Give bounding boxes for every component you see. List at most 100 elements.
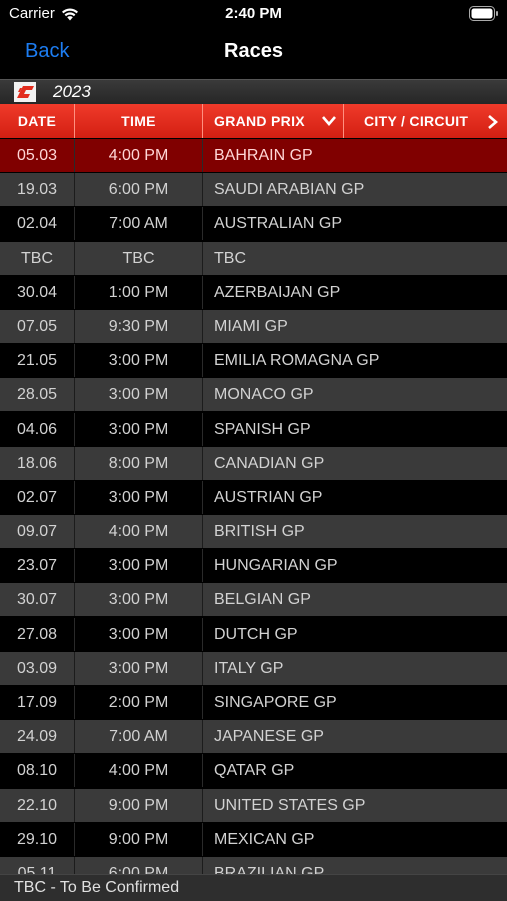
cell-grand-prix: AZERBAIJAN GP [214, 283, 341, 301]
footer-note: TBC - To Be Confirmed [14, 879, 180, 896]
table-row[interactable]: 30.04 1:00 PM AZERBAIJAN GP [0, 275, 507, 309]
table-row[interactable]: 17.09 2:00 PM SINGAPORE GP [0, 686, 507, 719]
footer-bar: TBC - To Be Confirmed [0, 874, 507, 901]
cell-time: 3:00 PM [75, 583, 203, 617]
cell-time: 7:00 AM [75, 720, 203, 754]
cell-grand-prix: HUNGARIAN GP [214, 557, 338, 575]
cell-date: 03.09 [0, 651, 75, 685]
table-row[interactable]: 02.04 7:00 AM AUSTRALIAN GP [0, 207, 507, 241]
cell-grand-prix: QATAR GP [214, 762, 295, 780]
table-row[interactable]: 04.06 3:00 PM SPANISH GP [0, 412, 507, 446]
cell-grand-prix: BRITISH GP [214, 523, 305, 541]
cell-time: 3:00 PM [75, 344, 203, 378]
cell-grand-prix: TBC [214, 249, 246, 267]
cell-time: 4:00 PM [75, 139, 203, 172]
cell-date: 05.03 [0, 139, 75, 172]
cell-time: 6:00 PM [75, 856, 203, 874]
table-row[interactable]: 24.09 7:00 AM JAPANESE GP [0, 720, 507, 754]
table-row[interactable]: 23.07 3:00 PM HUNGARIAN GP [0, 549, 507, 583]
cell-date: 23.07 [0, 549, 75, 583]
cell-date: 02.07 [0, 480, 75, 514]
cell-date: 08.10 [0, 754, 75, 788]
table-row[interactable]: 07.05 9:30 PM MIAMI GP [0, 309, 507, 343]
table-row[interactable]: 27.08 3:00 PM DUTCH GP [0, 617, 507, 651]
season-year: 2023 [53, 82, 91, 101]
column-header-grand-prix-label: GRAND PRIX [214, 113, 305, 129]
cell-date: 19.03 [0, 173, 75, 207]
cell-grand-prix: BELGIAN GP [214, 591, 311, 609]
table-row[interactable]: 30.07 3:00 PM BELGIAN GP [0, 583, 507, 617]
cell-time: 2:00 PM [75, 686, 203, 719]
column-header-city-circuit[interactable]: CITY / CIRCUIT [344, 104, 507, 138]
cell-time: 4:00 PM [75, 515, 203, 549]
chevron-down-icon [322, 116, 336, 126]
cell-time: TBC [75, 241, 203, 275]
cell-date: 22.10 [0, 788, 75, 822]
cell-grand-prix: AUSTRALIAN GP [214, 215, 343, 233]
cell-date: 17.09 [0, 686, 75, 719]
cell-time: 4:00 PM [75, 754, 203, 788]
table-row[interactable]: 18.06 8:00 PM CANADIAN GP [0, 446, 507, 480]
status-bar: Carrier 2:40 PM [0, 0, 507, 30]
table-row[interactable]: 22.10 9:00 PM UNITED STATES GP [0, 788, 507, 822]
cell-grand-prix: SAUDI ARABIAN GP [214, 181, 365, 199]
table-row[interactable]: TBC TBC TBC [0, 241, 507, 275]
table-row[interactable]: 03.09 3:00 PM ITALY GP [0, 651, 507, 685]
cell-date: 18.06 [0, 446, 75, 480]
cell-date: 07.05 [0, 309, 75, 343]
cell-date: 27.08 [0, 617, 75, 651]
page-title: Races [224, 40, 283, 62]
cell-date: 09.07 [0, 515, 75, 549]
table-row[interactable]: 19.03 6:00 PM SAUDI ARABIAN GP [0, 173, 507, 207]
cell-grand-prix: BRAZILIAN GP [214, 864, 325, 874]
cell-time: 3:00 PM [75, 617, 203, 651]
cell-date: 30.04 [0, 275, 75, 309]
cell-time: 6:00 PM [75, 173, 203, 207]
cell-date: 28.05 [0, 378, 75, 412]
cell-date: TBC [0, 241, 75, 275]
table-row[interactable]: 28.05 3:00 PM MONACO GP [0, 378, 507, 412]
cell-grand-prix: CANADIAN GP [214, 454, 325, 472]
cell-grand-prix: MEXICAN GP [214, 830, 315, 848]
column-header-grand-prix[interactable]: GRAND PRIX [203, 104, 344, 138]
table-row[interactable]: 02.07 3:00 PM AUSTRIAN GP [0, 480, 507, 514]
cell-grand-prix: BAHRAIN GP [214, 147, 313, 164]
cell-grand-prix: SPANISH GP [214, 420, 311, 438]
cell-grand-prix: MIAMI GP [214, 317, 288, 335]
cell-time: 9:30 PM [75, 309, 203, 343]
cell-time: 3:00 PM [75, 651, 203, 685]
cell-grand-prix: ITALY GP [214, 659, 284, 677]
column-header-date[interactable]: DATE [0, 104, 75, 138]
season-header: 2023 [0, 79, 507, 104]
cell-date: 30.07 [0, 583, 75, 617]
cell-time: 3:00 PM [75, 549, 203, 583]
navigation-bar: Back Races [0, 30, 507, 78]
table-row-selected[interactable]: 05.03 4:00 PM BAHRAIN GP [0, 139, 507, 172]
cell-date: 02.04 [0, 207, 75, 241]
chevron-right-icon [488, 115, 498, 129]
cell-grand-prix: SINGAPORE GP [214, 694, 337, 711]
cell-grand-prix: JAPANESE GP [214, 728, 324, 746]
cell-time: 3:00 PM [75, 378, 203, 412]
f1-logo-icon [14, 82, 36, 102]
cell-grand-prix: UNITED STATES GP [214, 796, 366, 814]
cell-grand-prix: EMILIA ROMAGNA GP [214, 352, 380, 370]
cell-date: 29.10 [0, 822, 75, 856]
table-row[interactable]: 09.07 4:00 PM BRITISH GP [0, 515, 507, 549]
race-list[interactable]: 05.03 4:00 PM BAHRAIN GP 19.03 6:00 PM SAUDI … [0, 139, 507, 874]
cell-time: 8:00 PM [75, 446, 203, 480]
cell-grand-prix: AUSTRIAN GP [214, 488, 323, 506]
battery-icon [469, 6, 498, 21]
cell-time: 3:00 PM [75, 412, 203, 446]
cell-grand-prix: DUTCH GP [214, 625, 298, 643]
table-row[interactable]: 21.05 3:00 PM EMILIA ROMAGNA GP [0, 344, 507, 378]
cell-time: 1:00 PM [75, 275, 203, 309]
table-header: DATE TIME GRAND PRIX CITY / CIRCUIT [0, 104, 507, 138]
column-header-time[interactable]: TIME [75, 104, 203, 138]
table-row[interactable]: 08.10 4:00 PM QATAR GP [0, 754, 507, 788]
cell-date: 05.11 [0, 856, 75, 874]
cell-date: 24.09 [0, 720, 75, 754]
table-row[interactable]: 29.10 9:00 PM MEXICAN GP [0, 822, 507, 856]
table-row[interactable]: 05.11 6:00 PM BRAZILIAN GP [0, 856, 507, 874]
status-time: 2:40 PM [225, 5, 282, 22]
